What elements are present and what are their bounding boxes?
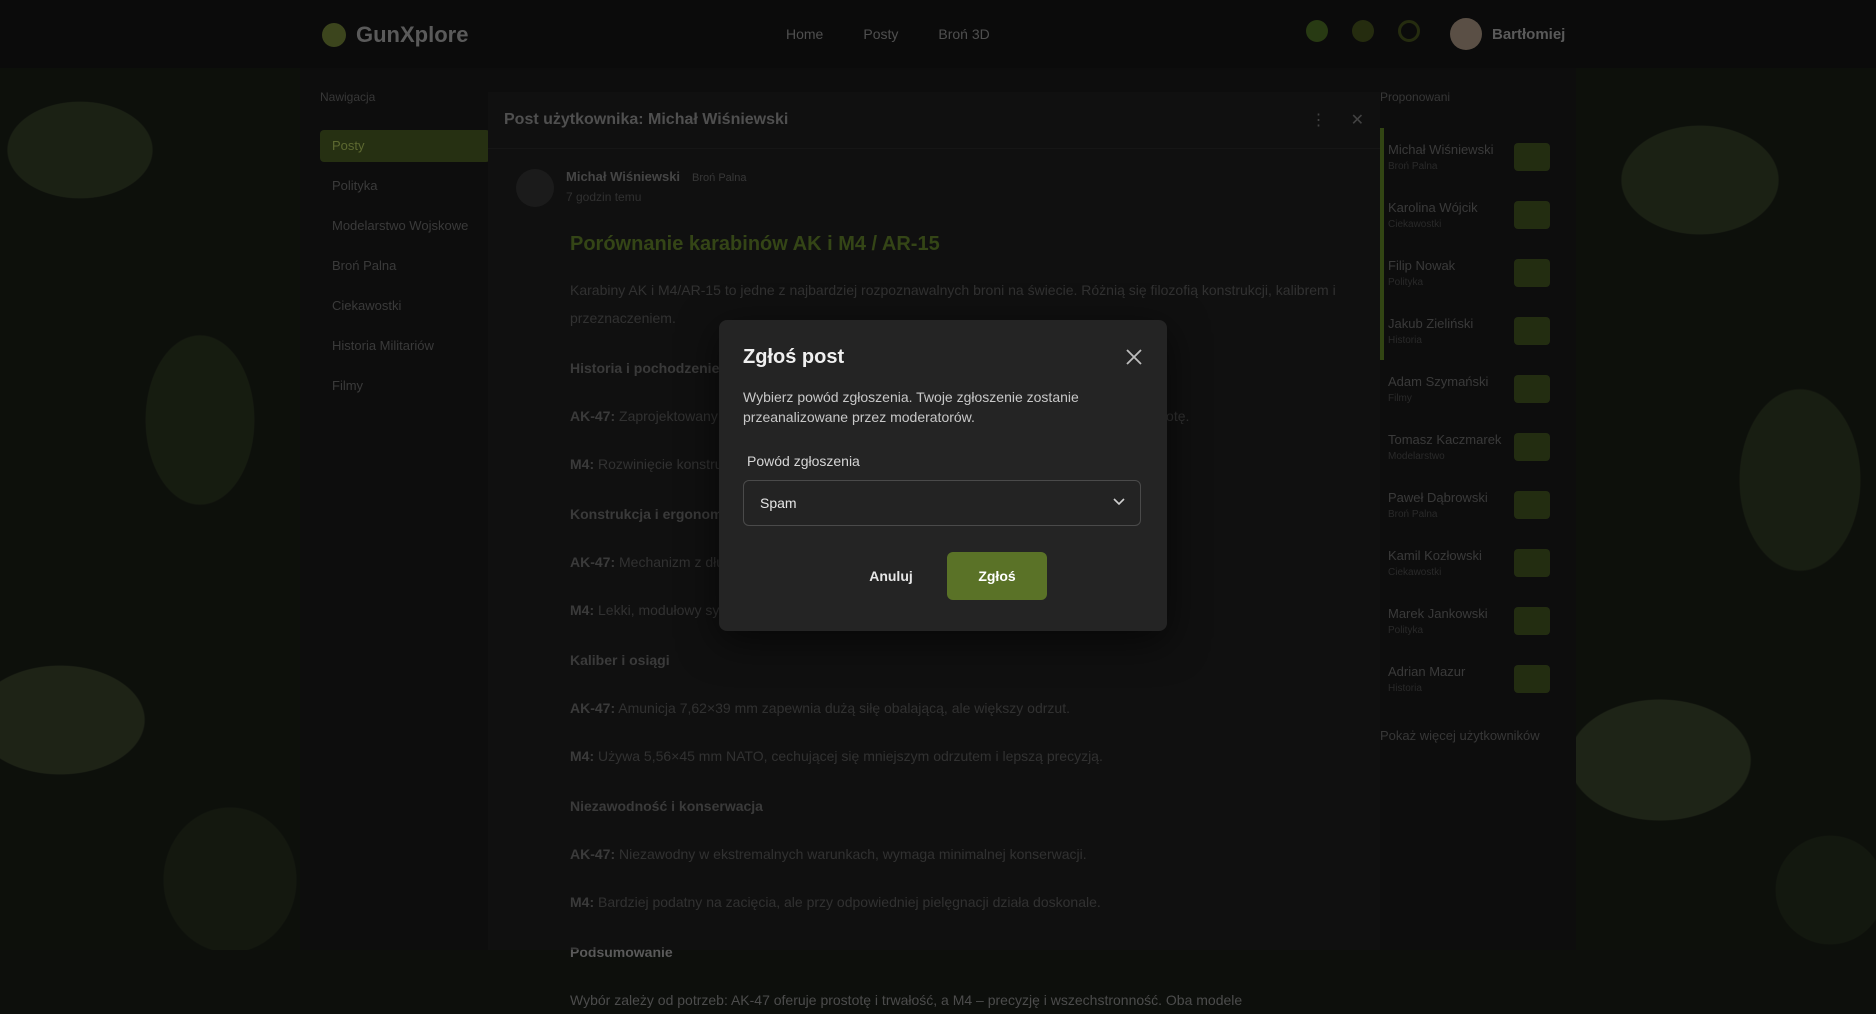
close-icon[interactable]	[1121, 344, 1147, 370]
chevron-down-icon	[1112, 494, 1126, 512]
submit-report-button[interactable]: Zgłoś	[947, 552, 1047, 600]
reason-select[interactable]: Spam	[743, 480, 1141, 526]
section-paragraph: Wybór zależy od potrzeb: AK-47 oferuje p…	[570, 986, 1352, 1014]
report-dialog: Zgłoś post Wybierz powód zgłoszenia. Two…	[719, 320, 1167, 631]
dialog-title: Zgłoś post	[743, 346, 845, 368]
reason-select-value: Spam	[760, 495, 797, 511]
dialog-description: Wybierz powód zgłoszenia. Twoje zgłoszen…	[743, 389, 1079, 425]
reason-label: Powód zgłoszenia	[747, 453, 860, 469]
cancel-button[interactable]: Anuluj	[851, 552, 931, 600]
paragraph-text: Wybór zależy od potrzeb: AK-47 oferuje p…	[570, 992, 1243, 1008]
